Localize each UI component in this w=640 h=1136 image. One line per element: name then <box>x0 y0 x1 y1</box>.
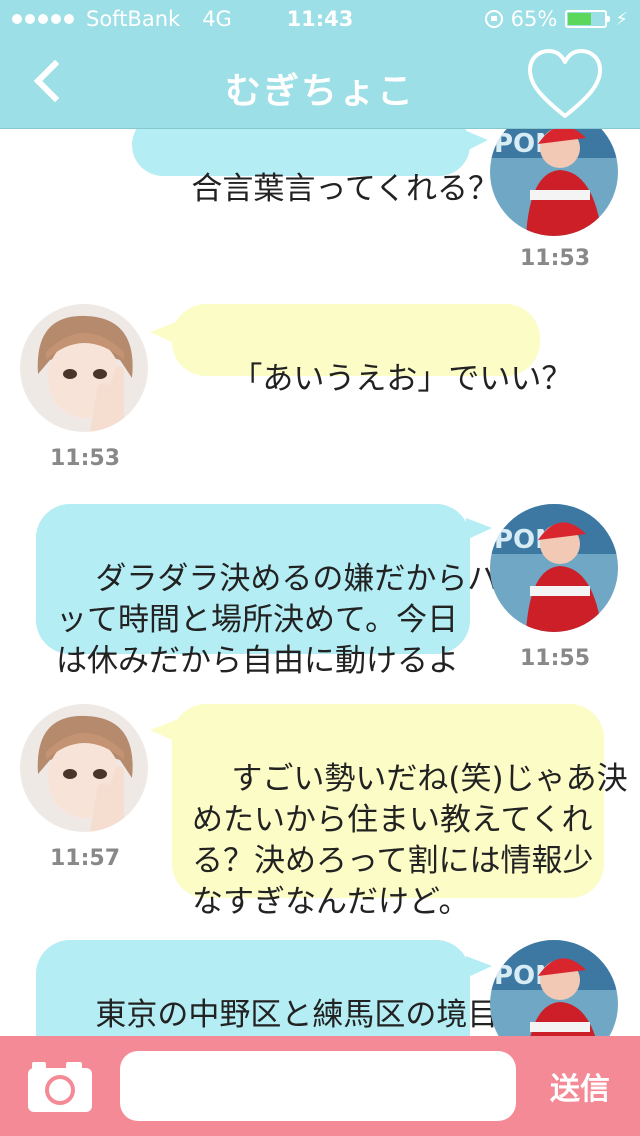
message-text: 合言葉言ってくれる？ <box>191 171 499 207</box>
nav-bar: むぎちょこ <box>0 40 640 128</box>
message-timestamp: 11:57 <box>50 846 121 871</box>
message-bubble-incoming: 「あいうえお」でいい？ <box>172 304 572 397</box>
message-bubble-outgoing: ダラダラ決めるの嫌だからパ ッて時間と場所決めて。今日 は休みだから自由に動ける… <box>36 504 498 679</box>
charging-icon: ⚡ <box>615 8 628 30</box>
send-button[interactable]: 送信 <box>540 1064 620 1108</box>
contact-avatar[interactable] <box>20 304 148 432</box>
avatar-santa-image: PON <box>490 504 618 632</box>
camera-button[interactable] <box>26 1058 94 1114</box>
message-composer: 送信 <box>0 1036 640 1136</box>
avatar-girl-image <box>20 304 148 432</box>
message-timestamp: 11:53 <box>50 446 121 471</box>
camera-icon <box>28 1062 92 1112</box>
heart-outline-icon <box>528 49 602 118</box>
message-text: すごい勢いだね(笑)じゃあ決 めたいから住まい教えてくれ る？決めろって割には情… <box>192 761 628 920</box>
message-text: 「あいうえお」でいい？ <box>231 361 573 397</box>
bubble-tail <box>466 956 492 978</box>
rotation-lock-icon <box>484 10 503 28</box>
contact-avatar[interactable] <box>20 704 148 832</box>
app-header: SoftBank 4G 11:43 65% ⚡ むぎちょこ <box>0 0 640 129</box>
bubble-tail <box>464 130 488 152</box>
status-bar: SoftBank 4G 11:43 65% ⚡ <box>0 0 640 40</box>
battery-icon <box>565 10 611 28</box>
favorite-button[interactable] <box>526 46 604 124</box>
my-avatar[interactable]: PON <box>490 504 618 632</box>
message-timestamp: 11:55 <box>520 646 591 671</box>
message-input[interactable] <box>120 1051 516 1121</box>
status-right: 65% ⚡ <box>484 7 628 31</box>
message-text: ダラダラ決めるの嫌だからパ ッて時間と場所決めて。今日 は休みだから自由に動ける… <box>56 561 499 679</box>
avatar-girl-image <box>20 704 148 832</box>
message-timestamp: 11:53 <box>520 246 591 271</box>
message-bubble-incoming: すごい勢いだね(笑)じゃあ決 めたいから住まい教えてくれ る？決めろって割には情… <box>172 704 628 920</box>
chat-thread[interactable]: 合言葉言ってくれる？ PON 11:53 「あいうえお」でいい？ 11:53 ダ… <box>0 0 640 1136</box>
bubble-tail <box>466 518 492 540</box>
battery-percent: 65% <box>510 7 558 31</box>
